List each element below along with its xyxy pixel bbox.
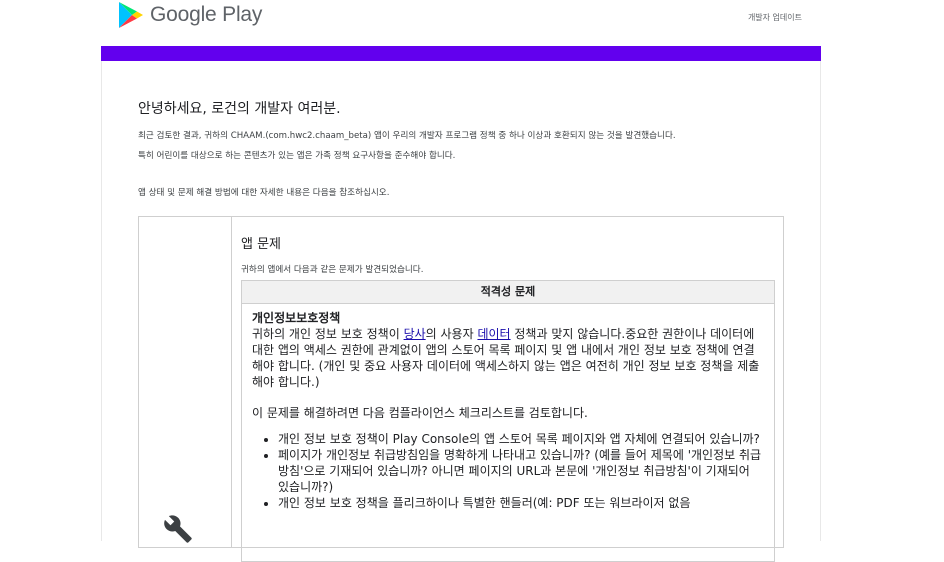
issue-subtitle: 귀하의 앱에서 다음과 같은 문제가 발견되었습니다. bbox=[241, 265, 424, 275]
greeting-heading: 안녕하세요, 로건의 개발자 여러분. bbox=[138, 101, 341, 117]
wrench-icon bbox=[164, 515, 192, 543]
eligibility-table: 적격성 문제 개인정보보호정책 귀하의 개인 정보 보호 정책이 당사의 사용자… bbox=[241, 280, 775, 562]
brand-name: Google Play bbox=[150, 3, 263, 26]
policy-link-our[interactable]: 당사 bbox=[404, 327, 426, 341]
table-header: 적격성 문제 bbox=[242, 281, 774, 304]
policy-link-data[interactable]: 데이터 bbox=[477, 327, 510, 341]
list-item: 개인 정보 보호 정책을 플리크하이나 특별한 핸들러(예: PDF 또는 워브… bbox=[278, 495, 764, 511]
email-header: Google Play 개발자 업데이트 bbox=[0, 0, 944, 46]
policy-text: 귀하의 개인 정보 보호 정책이 당사의 사용자 데이터 정책과 맞지 않습니다… bbox=[252, 326, 764, 390]
policy-text-part: 귀하의 개인 정보 보호 정책이 bbox=[252, 327, 404, 341]
checklist: 개인 정보 보호 정책이 Play Console의 앱 스토어 목록 페이지와… bbox=[252, 431, 764, 511]
checklist-intro: 이 문제를 해결하려면 다음 컴플라이언스 체크리스트를 검토합니다. bbox=[252, 406, 588, 420]
table-body: 개인정보보호정책 귀하의 개인 정보 보호 정책이 당사의 사용자 데이터 정책… bbox=[242, 304, 774, 511]
google-play-logo[interactable]: Google Play bbox=[118, 0, 262, 30]
issue-title: 앱 문제 bbox=[241, 237, 282, 252]
policy-text-part: 의 사용자 bbox=[425, 327, 478, 341]
intro-line-2: 특히 어린이를 대상으로 하는 콘텐츠가 있는 앱은 가족 정책 요구사항을 준… bbox=[138, 151, 456, 161]
play-triangle-icon bbox=[119, 2, 143, 28]
accent-band bbox=[101, 46, 821, 61]
app-issue-box: 앱 문제 귀하의 앱에서 다음과 같은 문제가 발견되었습니다. 적격성 문제 … bbox=[138, 216, 784, 562]
developer-update-link[interactable]: 개발자 업데이트 bbox=[748, 12, 802, 23]
issue-icon-column bbox=[139, 217, 232, 547]
list-item: 페이지가 개인정보 취급방침임을 명확하게 나타내고 있습니까? (예를 들어 … bbox=[278, 447, 764, 495]
policy-title: 개인정보보호정책 bbox=[252, 311, 341, 325]
intro-line-1: 최근 검토한 결과, 귀하의 CHAAM.(com.hwc2.chaam_bet… bbox=[138, 131, 676, 141]
intro-line-3: 앱 상태 및 문제 해결 방법에 대한 자세한 내용은 다음을 참조하십시오. bbox=[138, 188, 390, 198]
list-item: 개인 정보 보호 정책이 Play Console의 앱 스토어 목록 페이지와… bbox=[278, 431, 764, 447]
